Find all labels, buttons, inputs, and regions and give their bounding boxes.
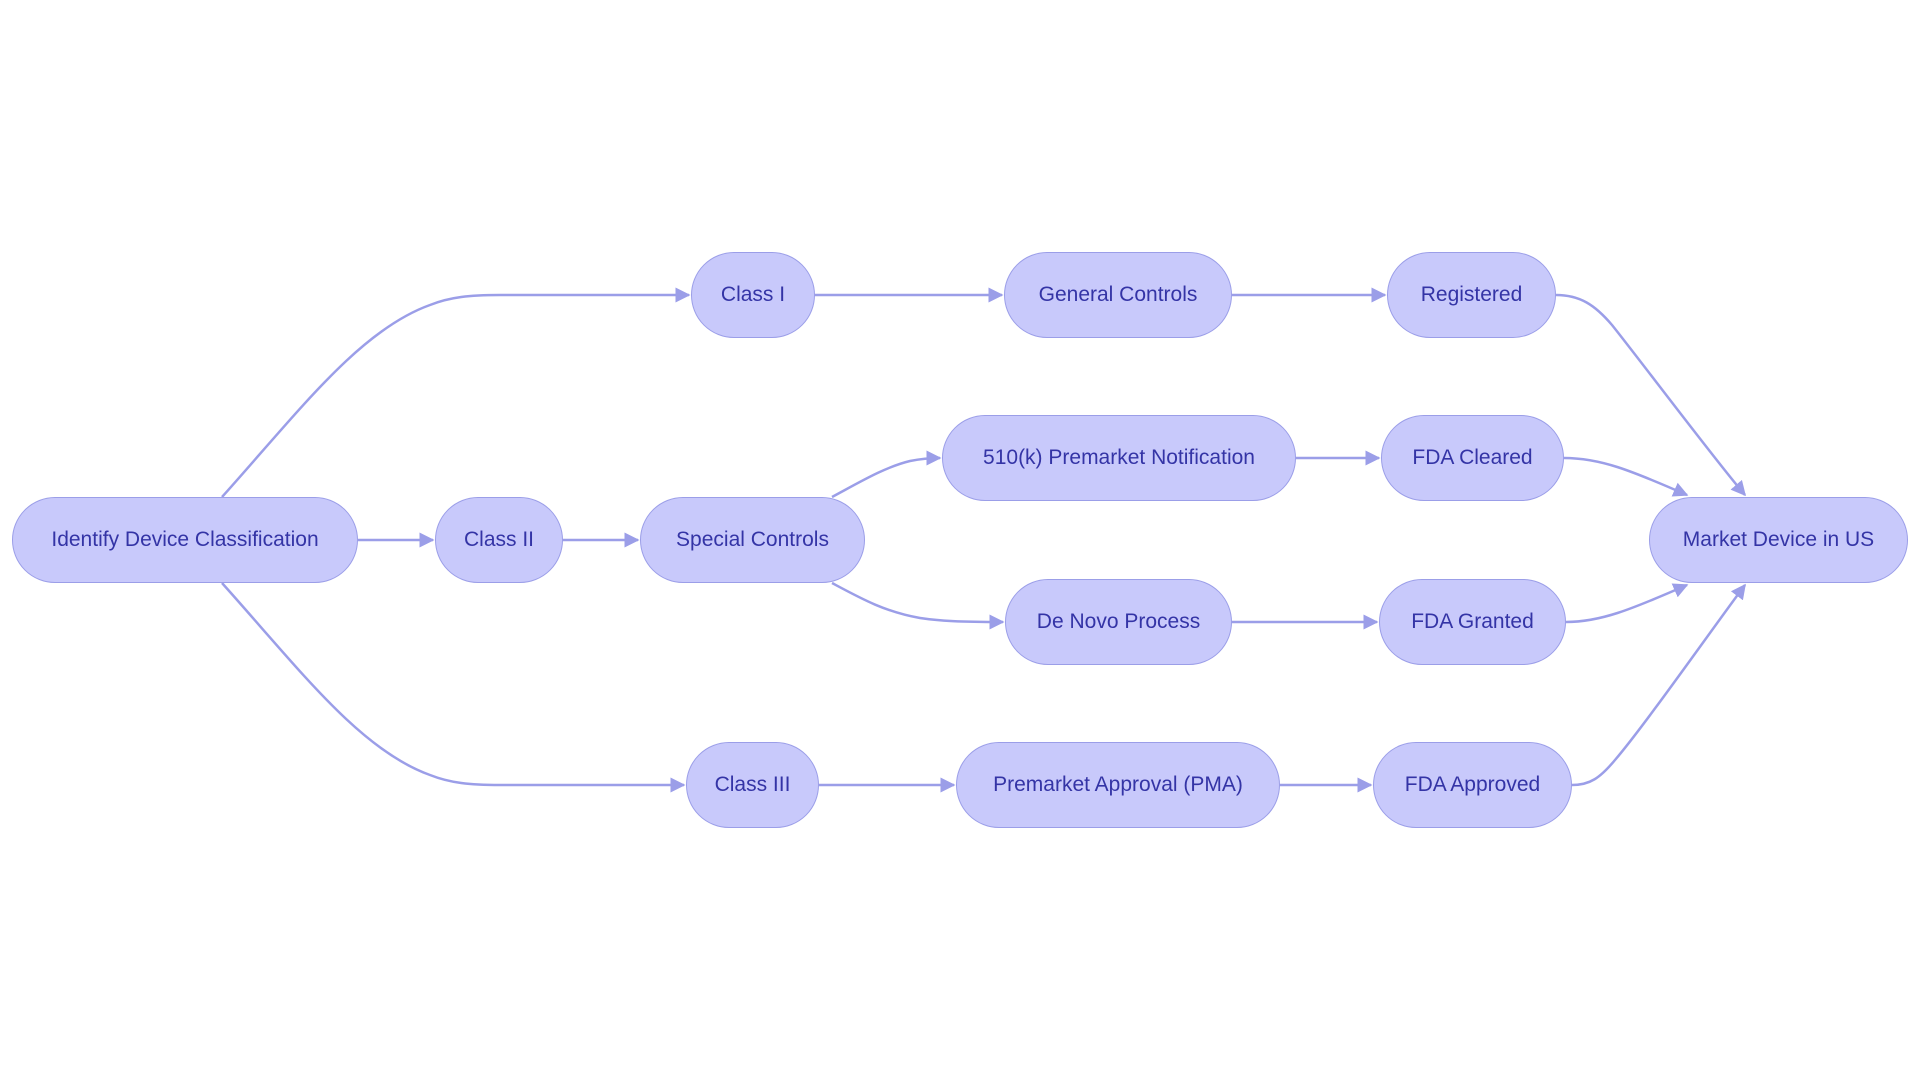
edge-identify-class1: [221, 287, 691, 498]
node-class-i[interactable]: Class I: [691, 252, 815, 338]
edge-granted-market: [1565, 583, 1689, 624]
node-fda-approved[interactable]: FDA Approved: [1373, 742, 1572, 828]
node-fda-cleared[interactable]: FDA Cleared: [1381, 415, 1564, 501]
node-de-novo-process[interactable]: De Novo Process: [1005, 579, 1232, 665]
node-class-iii[interactable]: Class III: [686, 742, 819, 828]
node-market-device-in-us[interactable]: Market Device in US: [1649, 497, 1908, 583]
node-class-ii[interactable]: Class II: [435, 497, 563, 583]
node-special-controls[interactable]: Special Controls: [640, 497, 865, 583]
node-registered[interactable]: Registered: [1387, 252, 1556, 338]
edge-special-denovo: [831, 581, 1005, 630]
node-identify-device-classification[interactable]: Identify Device Classification: [12, 497, 358, 583]
edge-special-510k: [831, 450, 942, 499]
node-premarket-approval[interactable]: Premarket Approval (PMA): [956, 742, 1280, 828]
edge-cleared-market: [1563, 456, 1689, 497]
node-510k-premarket-notification[interactable]: 510(k) Premarket Notification: [942, 415, 1296, 501]
node-fda-granted[interactable]: FDA Granted: [1379, 579, 1566, 665]
node-general-controls[interactable]: General Controls: [1004, 252, 1232, 338]
edge-approved-market: [1571, 583, 1747, 787]
edge-identify-class3: [221, 582, 686, 793]
edge-registered-market: [1555, 293, 1746, 497]
